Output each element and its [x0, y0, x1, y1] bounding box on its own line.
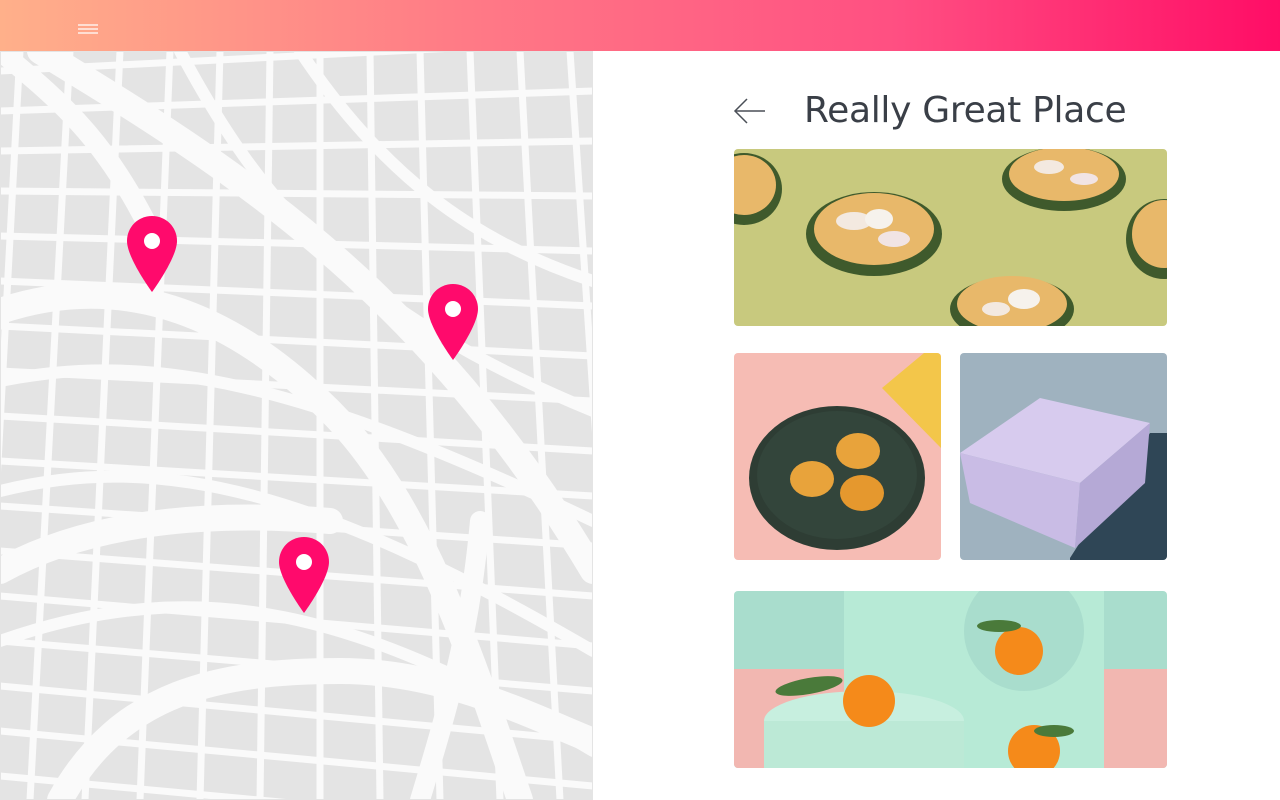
egg-tarts-on-green-photo[interactable] [734, 149, 1167, 326]
hamburger-menu-icon[interactable] [76, 20, 100, 40]
arrow-left-icon[interactable] [732, 96, 768, 126]
lilac-box-photo[interactable] [960, 353, 1167, 560]
tarts-on-dark-plate-photo[interactable] [734, 353, 941, 560]
place-title: Really Great Place [804, 90, 1127, 131]
top-bar [0, 0, 1280, 51]
map-view[interactable] [0, 51, 593, 800]
mandarins-on-mint-photo[interactable] [734, 591, 1167, 768]
map-pin-icon[interactable] [279, 537, 329, 613]
map-pin-icon[interactable] [428, 284, 478, 360]
map-pin-icon[interactable] [127, 216, 177, 292]
